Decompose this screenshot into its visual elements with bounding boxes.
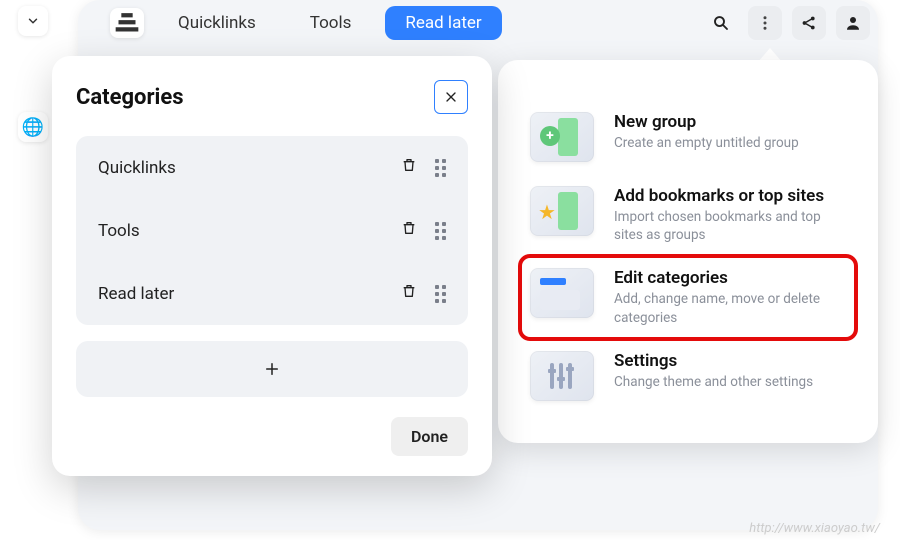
done-label: Done	[411, 427, 448, 446]
tab-label: Tools	[310, 13, 352, 33]
share-button[interactable]	[792, 6, 826, 40]
category-list: Quicklinks Tools Read later	[76, 136, 468, 325]
trash-icon	[401, 219, 417, 237]
menu-item-edit-categories[interactable]: Edit categories Add, change name, move o…	[520, 256, 856, 338]
chevron-down-icon	[26, 14, 40, 28]
thumb-new-group: +	[530, 112, 594, 162]
trash-icon	[401, 156, 417, 174]
delete-button[interactable]	[401, 156, 417, 179]
watermark: http://www.xiaoyao.tw/	[749, 521, 880, 536]
done-button[interactable]: Done	[391, 417, 468, 456]
category-row[interactable]: Tools	[76, 199, 468, 262]
chrome-icon: 🌐	[22, 117, 44, 138]
drag-handle[interactable]	[435, 285, 446, 303]
more-button[interactable]	[748, 6, 782, 40]
delete-button[interactable]	[401, 219, 417, 242]
tab-tools[interactable]: Tools	[290, 6, 372, 40]
search-icon	[712, 14, 730, 32]
category-row[interactable]: Quicklinks	[76, 136, 468, 199]
menu-title: Settings	[614, 351, 846, 371]
menu-panel: + New group Create an empty untitled gro…	[498, 60, 878, 443]
category-row[interactable]: Read later	[76, 262, 468, 325]
thumb-edit-categories	[530, 268, 594, 318]
close-icon	[443, 89, 459, 105]
add-category-button[interactable]	[76, 341, 468, 397]
thumb-settings	[530, 351, 594, 401]
menu-sub: Change theme and other settings	[614, 373, 846, 391]
more-vertical-icon	[756, 14, 774, 32]
menu-item-add-bookmarks[interactable]: ★ Add bookmarks or top sites Import chos…	[520, 174, 856, 256]
tab-label: Quicklinks	[178, 13, 256, 33]
account-button[interactable]	[836, 6, 870, 40]
menu-sub: Import chosen bookmarks and top sites as…	[614, 208, 846, 244]
drag-handle[interactable]	[435, 222, 446, 240]
stack-icon	[110, 6, 144, 40]
menu-item-settings[interactable]: Settings Change theme and other settings	[520, 339, 856, 413]
extension-icon[interactable]: 🌐	[18, 112, 48, 142]
tab-read-later[interactable]: Read later	[385, 6, 501, 40]
menu-title: New group	[614, 112, 846, 132]
stack-button[interactable]	[110, 8, 144, 38]
tab-label: Read later	[405, 13, 481, 33]
close-button[interactable]	[434, 80, 468, 114]
menu-sub: Add, change name, move or delete categor…	[614, 290, 846, 326]
collapse-button[interactable]	[18, 6, 48, 36]
modal-title: Categories	[76, 85, 184, 110]
plus-icon	[263, 360, 281, 378]
menu-item-new-group[interactable]: + New group Create an empty untitled gro…	[520, 100, 856, 174]
delete-button[interactable]	[401, 282, 417, 305]
category-label: Tools	[98, 221, 140, 241]
trash-icon	[401, 282, 417, 300]
menu-title: Add bookmarks or top sites	[614, 186, 846, 206]
categories-modal: Categories Quicklinks Tools Read later	[52, 56, 492, 476]
menu-sub: Create an empty untitled group	[614, 134, 846, 152]
category-label: Quicklinks	[98, 158, 176, 178]
menu-title: Edit categories	[614, 268, 846, 288]
tabs-row: Quicklinks Tools Read later	[110, 6, 502, 40]
tab-quicklinks[interactable]: Quicklinks	[158, 6, 276, 40]
search-button[interactable]	[704, 6, 738, 40]
category-label: Read later	[98, 284, 174, 304]
share-icon	[800, 14, 818, 32]
thumb-add-bookmarks: ★	[530, 186, 594, 236]
drag-handle[interactable]	[435, 159, 446, 177]
person-icon	[844, 14, 862, 32]
top-actions	[704, 6, 870, 40]
